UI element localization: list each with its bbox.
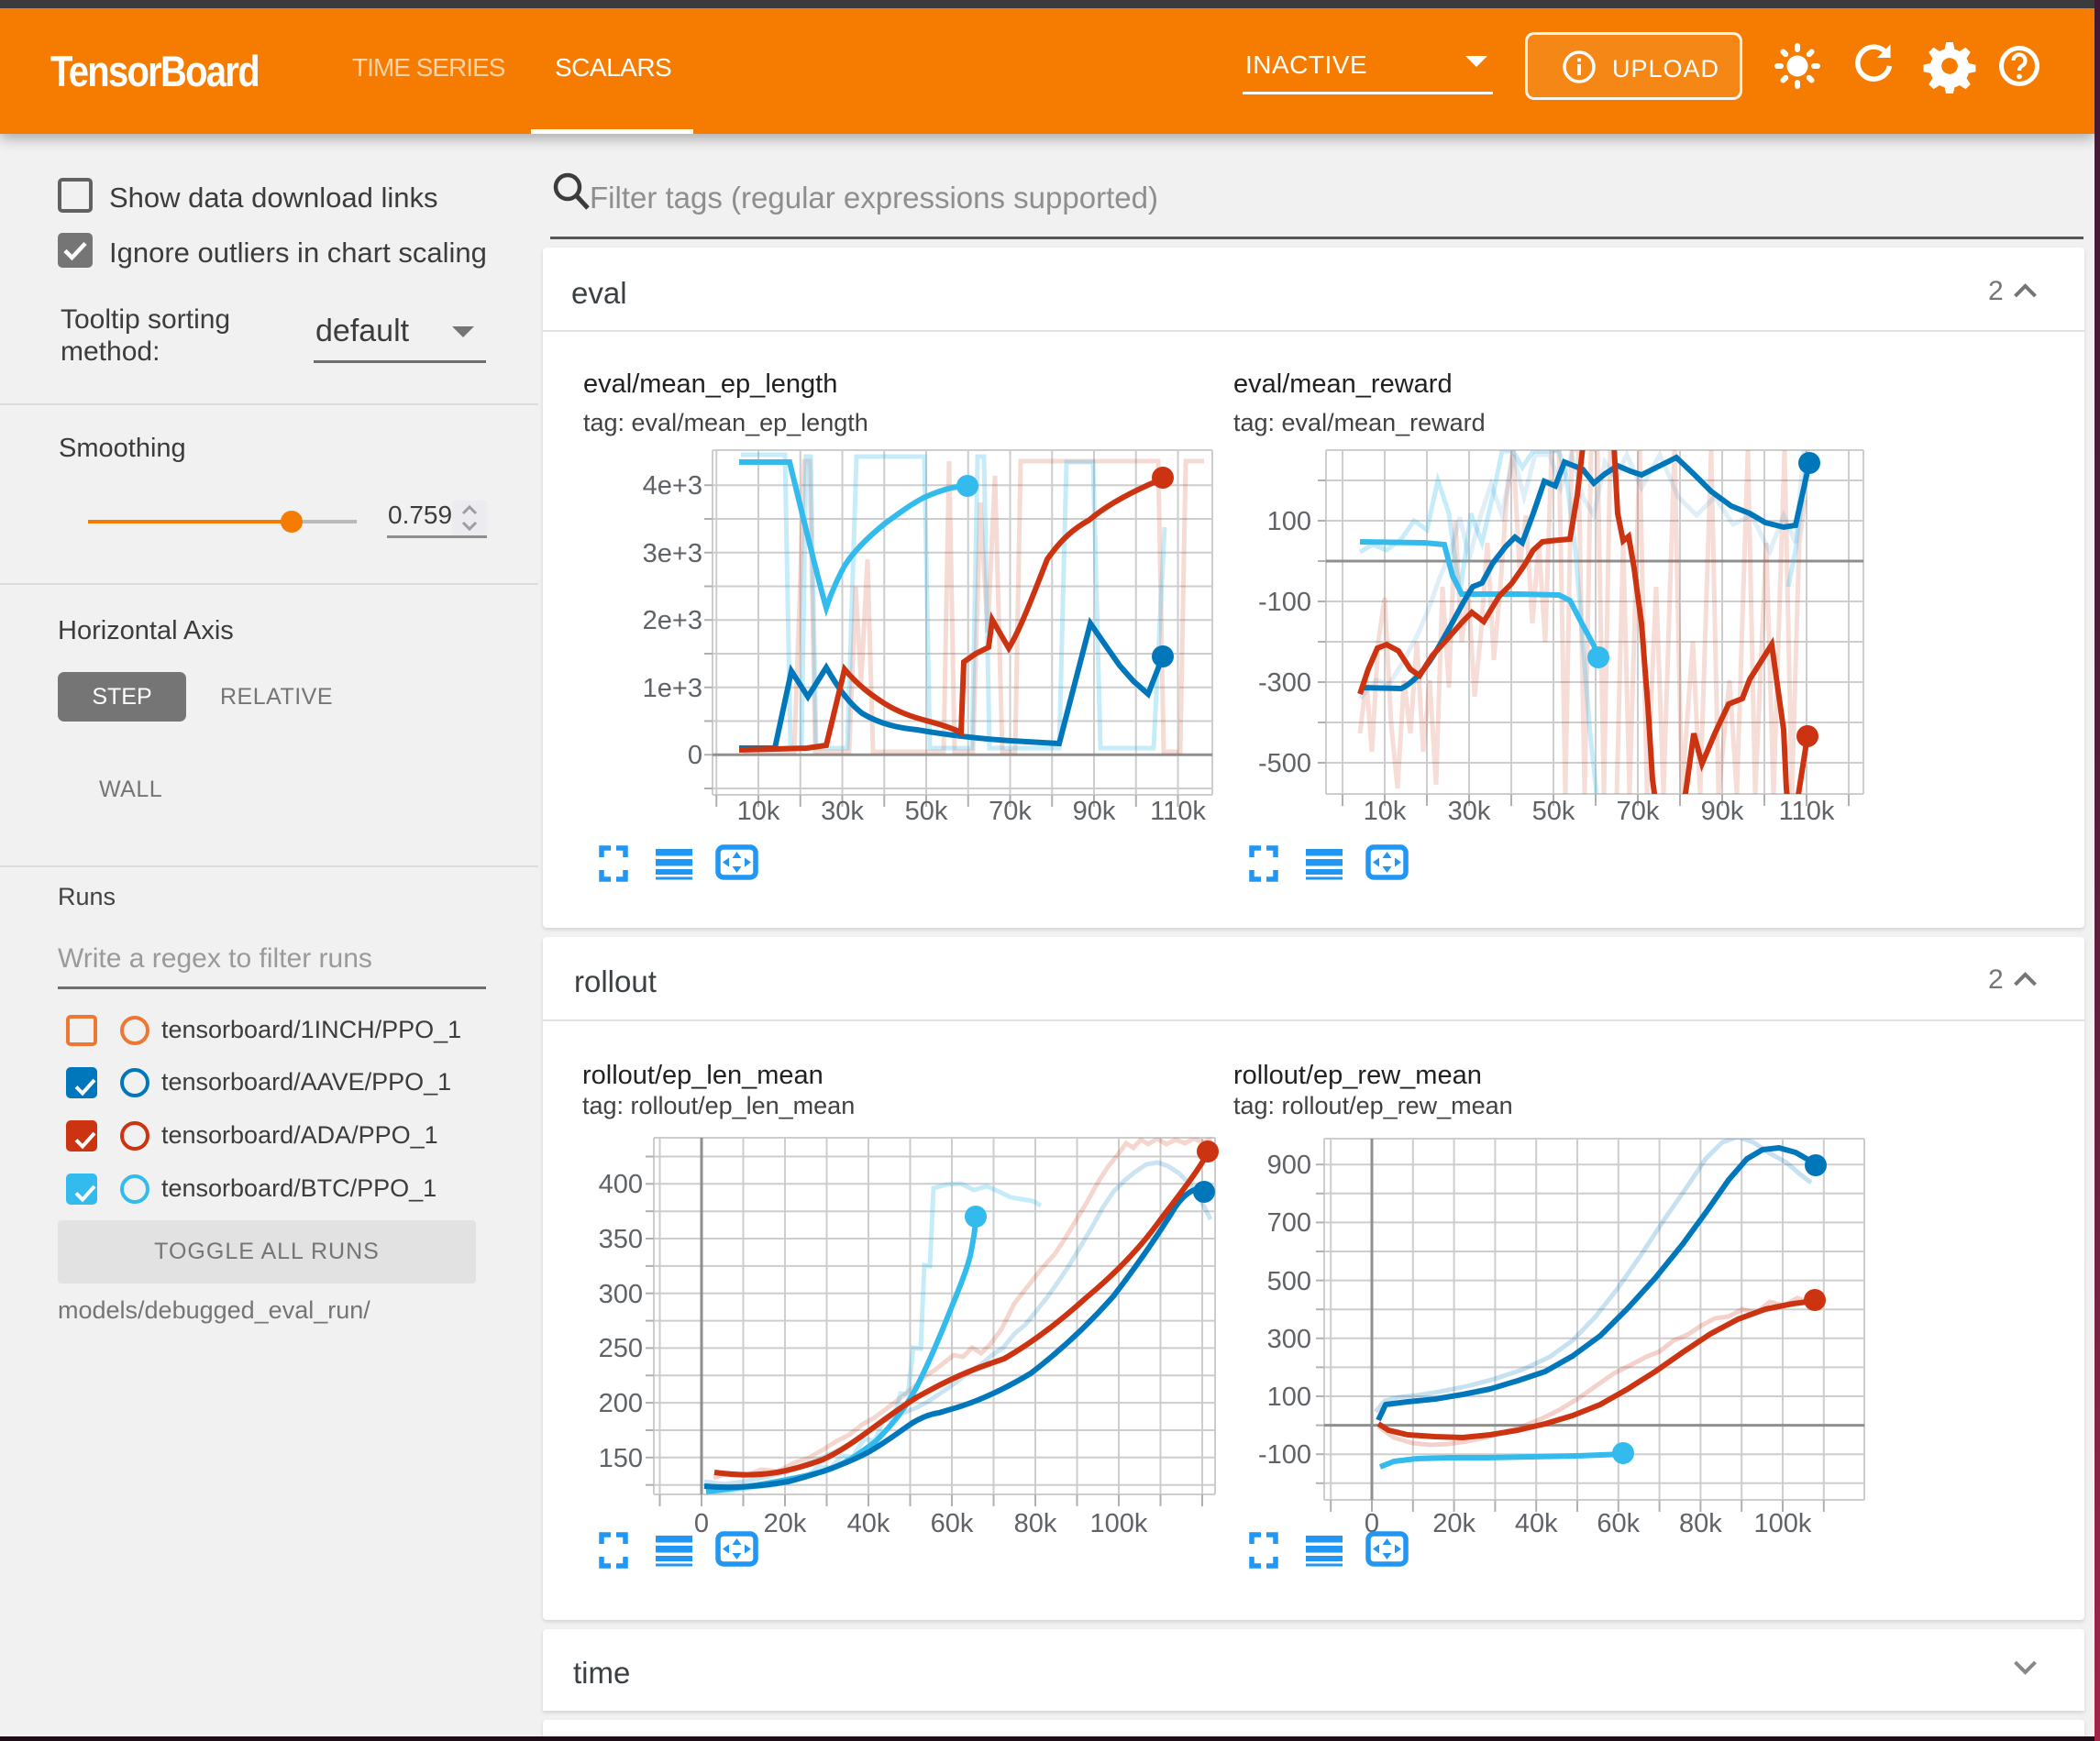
svg-text:30k: 30k — [821, 797, 864, 826]
svg-text:900: 900 — [1267, 1151, 1311, 1180]
svg-text:250: 250 — [599, 1334, 643, 1363]
svg-text:0: 0 — [688, 741, 702, 770]
svg-text:90k: 90k — [1701, 797, 1744, 826]
svg-text:300: 300 — [1267, 1325, 1311, 1354]
svg-text:110k: 110k — [1150, 797, 1206, 826]
svg-text:150: 150 — [599, 1444, 643, 1473]
svg-text:50k: 50k — [905, 797, 948, 826]
svg-text:300: 300 — [599, 1280, 643, 1309]
svg-text:20k: 20k — [1432, 1509, 1476, 1538]
svg-text:500: 500 — [1267, 1267, 1311, 1296]
svg-text:40k: 40k — [847, 1509, 890, 1538]
svg-text:0: 0 — [694, 1509, 709, 1538]
svg-text:70k: 70k — [989, 797, 1032, 826]
svg-text:60k: 60k — [1597, 1509, 1640, 1538]
svg-text:400: 400 — [599, 1170, 643, 1199]
svg-text:10k: 10k — [1364, 797, 1407, 826]
svg-text:100k: 100k — [1754, 1509, 1812, 1538]
svg-text:50k: 50k — [1532, 797, 1575, 826]
svg-text:-500: -500 — [1258, 749, 1311, 778]
svg-text:20k: 20k — [764, 1509, 807, 1538]
svg-text:80k: 80k — [1679, 1509, 1722, 1538]
svg-text:700: 700 — [1267, 1208, 1311, 1238]
svg-text:100: 100 — [1267, 1383, 1311, 1412]
svg-text:-300: -300 — [1258, 668, 1311, 698]
svg-text:3e+3: 3e+3 — [643, 539, 702, 568]
svg-text:200: 200 — [599, 1389, 643, 1418]
svg-text:-100: -100 — [1258, 1440, 1311, 1470]
svg-text:70k: 70k — [1617, 797, 1660, 826]
svg-text:40k: 40k — [1515, 1509, 1558, 1538]
svg-text:4e+3: 4e+3 — [643, 471, 702, 501]
svg-text:350: 350 — [599, 1225, 643, 1254]
svg-text:110k: 110k — [1779, 797, 1835, 826]
svg-text:2e+3: 2e+3 — [643, 606, 702, 635]
svg-text:90k: 90k — [1073, 797, 1116, 826]
svg-text:10k: 10k — [737, 797, 780, 826]
svg-text:-100: -100 — [1258, 588, 1311, 617]
svg-text:100: 100 — [1267, 507, 1311, 536]
svg-text:80k: 80k — [1014, 1509, 1057, 1538]
svg-text:100k: 100k — [1090, 1509, 1148, 1538]
svg-text:30k: 30k — [1448, 797, 1491, 826]
svg-text:1e+3: 1e+3 — [643, 674, 702, 703]
svg-text:60k: 60k — [931, 1509, 974, 1538]
